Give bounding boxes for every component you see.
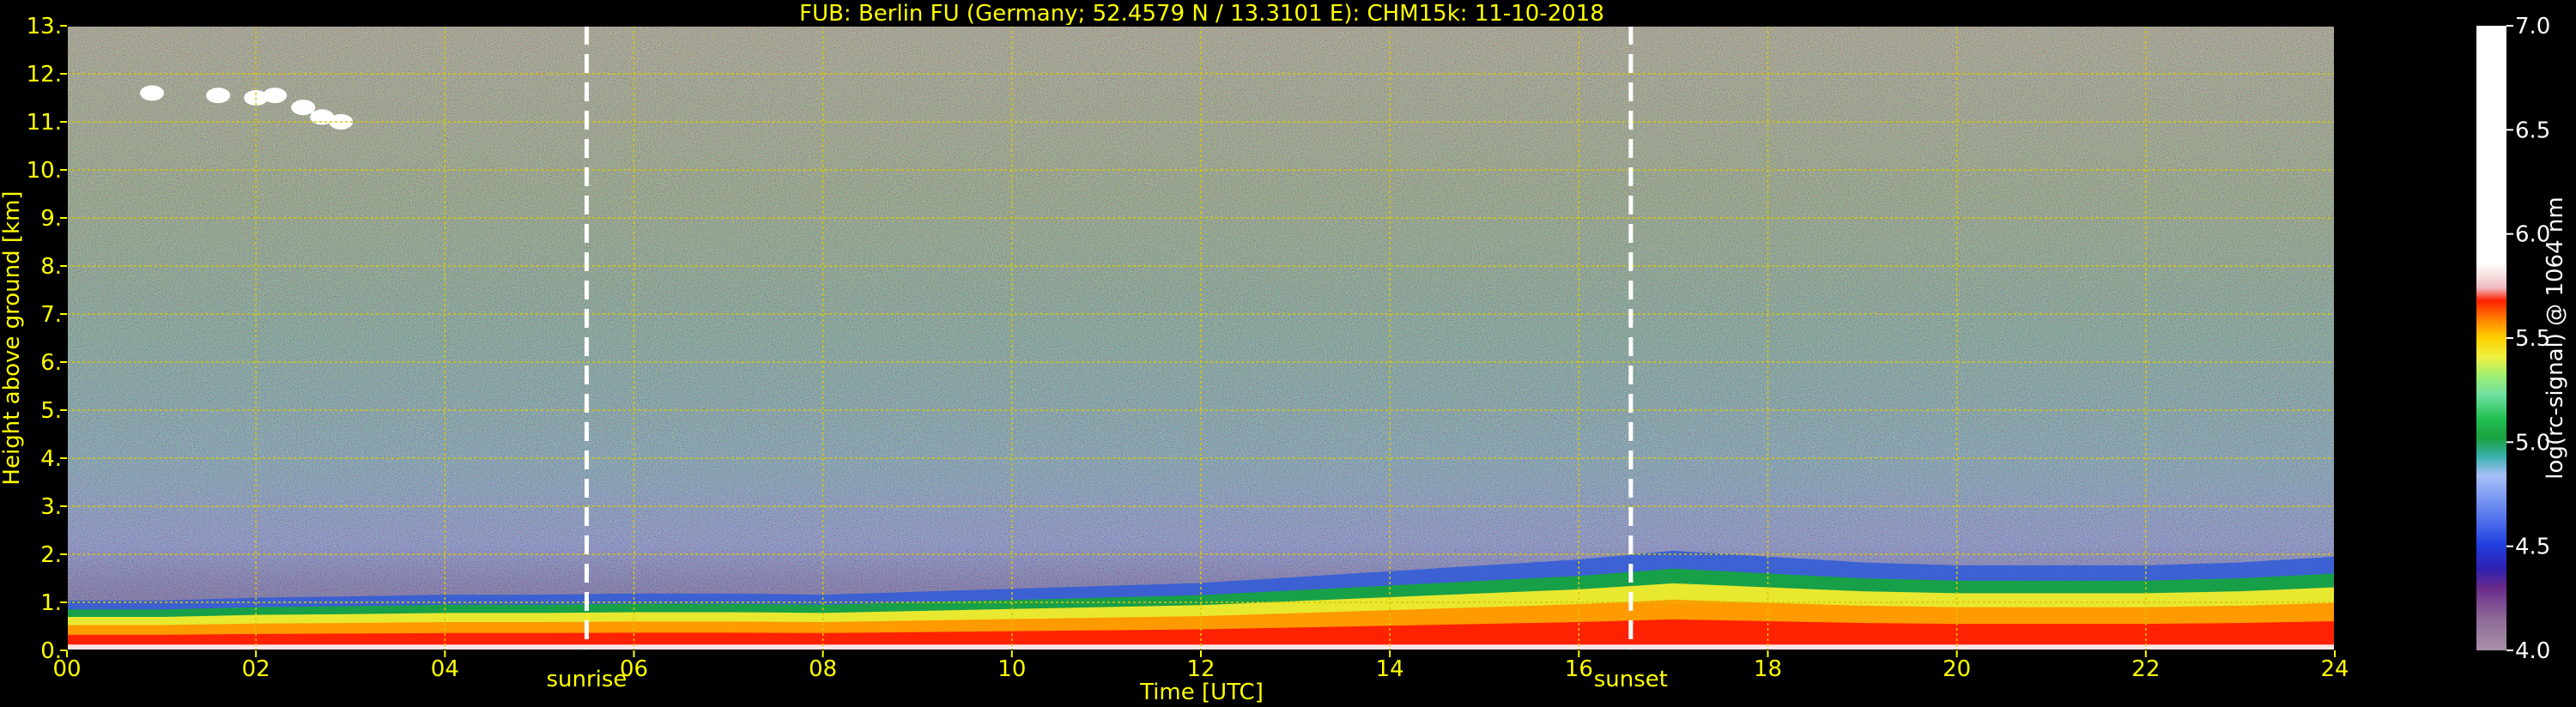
x-axis: 00 02 04 06 08 10 12 14 16 18 20 22 24 <box>52 650 2349 682</box>
cloud-patch <box>140 85 165 101</box>
y-tick-label: 8. <box>40 254 62 280</box>
x-tick-label: 24 <box>2320 656 2349 682</box>
x-tick-label: 00 <box>52 656 81 682</box>
x-tick-label: 22 <box>2131 656 2160 682</box>
y-tick-label: 6. <box>40 350 62 376</box>
x-tick-label: 10 <box>997 656 1026 682</box>
y-tick-label: 3. <box>40 494 62 520</box>
x-tick-label: 14 <box>1376 656 1404 682</box>
colorbar-tick-label: 7.0 <box>2515 14 2550 39</box>
y-tick-label: 11. <box>27 110 62 136</box>
y-tick-label: 5. <box>40 398 62 424</box>
colorbar-tick-label: 4.0 <box>2515 638 2550 664</box>
colorbar <box>2476 26 2506 650</box>
x-tick-label: 08 <box>809 656 837 682</box>
cloud-patch <box>263 88 288 104</box>
y-axis-label: Height above ground [km] <box>0 190 25 485</box>
x-tick-label: 20 <box>1943 656 1971 682</box>
x-tick-label: 04 <box>431 656 459 682</box>
y-tick-label: 4. <box>40 446 62 472</box>
x-tick-label: 16 <box>1565 656 1593 682</box>
y-tick-label: 7. <box>40 302 62 328</box>
sunrise-label: sunrise <box>546 667 627 692</box>
y-tick-label: 1. <box>40 590 62 616</box>
colorbar-tick-label: 4.5 <box>2515 535 2550 560</box>
x-axis-label: Time [UTC] <box>1139 680 1264 705</box>
lidar-chart: FUB: Berlin FU (Germany; 52.4579 N / 13.… <box>0 1 2568 705</box>
x-tick-label: 12 <box>1186 656 1215 682</box>
y-tick-label: 2. <box>40 542 62 568</box>
y-tick-label: 9. <box>40 206 62 232</box>
x-tick-label: 02 <box>242 656 270 682</box>
colorbar-label: log(rc-signal) @ 1064 nm <box>2543 196 2568 479</box>
sunset-label: sunset <box>1594 667 1668 692</box>
x-tick-label: 06 <box>620 656 648 682</box>
x-tick-label: 18 <box>1754 656 1782 682</box>
cloud-patch <box>291 100 316 116</box>
y-tick-label: 10. <box>27 158 62 184</box>
cloud-patch <box>206 88 231 104</box>
y-tick-label: 12. <box>27 62 62 88</box>
chart-title: FUB: Berlin FU (Germany; 52.4579 N / 13.… <box>799 1 1604 27</box>
colorbar-tick-label: 6.5 <box>2515 118 2550 143</box>
y-tick-label: 13. <box>27 14 62 39</box>
y-axis: 0.1.2.3.4.5.6.7.8.9.10.11.12.13. <box>27 14 67 664</box>
